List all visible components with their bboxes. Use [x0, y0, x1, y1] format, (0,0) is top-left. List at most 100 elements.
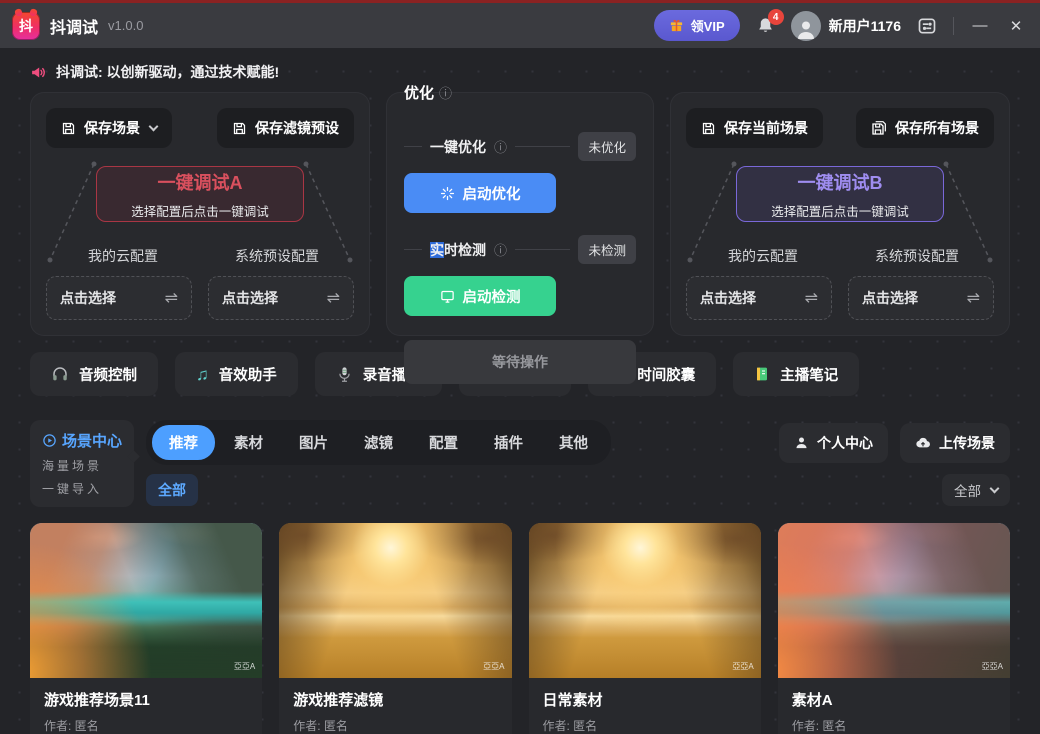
notification-badge: 4: [768, 9, 784, 25]
titlebar: 抖 抖调试 v1.0.0 领VIP 4 新用户1176 — ✕: [0, 3, 1040, 48]
avatar: [791, 11, 821, 41]
close-button[interactable]: ✕: [1006, 17, 1026, 35]
system-config-select[interactable]: 点击选择 ⇌: [208, 276, 354, 320]
panel-a-selects: 点击选择 ⇌ 点击选择 ⇌: [46, 276, 354, 320]
scene-center-right: 推荐 素材 图片 滤镜 配置 插件 其他 个人中心: [146, 420, 1010, 507]
cloud-select-placeholder: 点击选择: [60, 288, 116, 308]
scene-center-section: 场景中心 海量场景 一键导入 推荐 素材 图片 滤镜 配置 插件 其他: [30, 420, 1010, 507]
scene-card[interactable]: 亞亞A 游戏推荐场景11 作者: 匿名: [30, 523, 262, 734]
system-select-placeholder: 点击选择: [862, 288, 918, 308]
panels-row: 保存场景 保存滤镜预设 一键调试A 选择配置后点击一键调试 我的云配置 系统预设…: [30, 92, 1010, 336]
tool-sound-effects[interactable]: ♫ 音效助手: [175, 352, 298, 396]
divider: [404, 249, 422, 250]
save-current-scene-button[interactable]: 保存当前场景: [686, 108, 823, 148]
card-thumbnail: 亞亞A: [778, 523, 1010, 678]
swap-icon: ⇌: [165, 288, 178, 308]
save-all-icon: [871, 120, 887, 136]
monitor-icon: [440, 289, 455, 304]
scene-card[interactable]: 亞亞A 游戏推荐滤镜 作者: 匿名: [279, 523, 511, 734]
save-all-scenes-button[interactable]: 保存所有场景: [856, 108, 994, 148]
tab-filters[interactable]: 滤镜: [347, 425, 410, 460]
scene-card[interactable]: 亞亞A 日常素材 作者: 匿名: [529, 523, 761, 734]
tab-configs[interactable]: 配置: [412, 425, 475, 460]
panel-debug-a: 保存场景 保存滤镜预设 一键调试A 选择配置后点击一键调试 我的云配置 系统预设…: [30, 92, 370, 336]
scene-tabs: 推荐 素材 图片 滤镜 配置 插件 其他: [146, 420, 611, 465]
cloud-config-select[interactable]: 点击选择 ⇌: [686, 276, 832, 320]
start-optimize-button[interactable]: 启动优化: [404, 173, 556, 213]
swap-icon: ⇌: [805, 288, 818, 308]
save-icon: [232, 121, 247, 136]
tool-audio-control[interactable]: 音频控制: [30, 352, 158, 396]
scene-filter-row: 全部 全部: [146, 474, 1010, 506]
system-config-label: 系统预设配置: [200, 246, 354, 266]
info-icon[interactable]: ⓘ: [439, 83, 452, 102]
tool-label: 音效助手: [219, 364, 277, 385]
scene-center-badge: 场景中心 海量场景 一键导入: [30, 420, 134, 507]
upload-scene-button[interactable]: 上传场景: [900, 423, 1010, 463]
system-config-label: 系统预设配置: [840, 246, 994, 266]
save-scene-button[interactable]: 保存场景: [46, 108, 172, 148]
card-author: 作者: 匿名: [543, 717, 747, 734]
card-title: 游戏推荐场景11: [44, 689, 248, 710]
card-body: 游戏推荐场景11 作者: 匿名: [30, 678, 262, 734]
system-select-placeholder: 点击选择: [222, 288, 278, 308]
card-title: 游戏推荐滤镜: [293, 689, 497, 710]
info-icon[interactable]: ⓘ: [494, 240, 507, 259]
vip-button[interactable]: 领VIP: [654, 10, 740, 41]
divider: [404, 146, 422, 147]
microphone-icon: [336, 366, 353, 383]
cloud-select-placeholder: 点击选择: [700, 288, 756, 308]
cloud-config-label: 我的云配置: [686, 246, 840, 266]
cloud-upload-icon: [915, 435, 931, 451]
optimize-title-row: 优化 ⓘ: [404, 82, 452, 103]
optimize-status-badge: 未优化: [578, 132, 636, 161]
system-config-select[interactable]: 点击选择 ⇌: [848, 276, 994, 320]
panel-b-config-labels: 我的云配置 系统预设配置: [686, 246, 994, 266]
minimize-button[interactable]: —: [970, 17, 990, 34]
save-filter-preset-button[interactable]: 保存滤镜预设: [217, 108, 354, 148]
tab-images[interactable]: 图片: [282, 425, 345, 460]
start-optimize-label: 启动优化: [463, 183, 521, 204]
divider: [515, 146, 570, 147]
announcement-text: 抖调试: 以创新驱动，通过技术赋能!: [56, 62, 279, 82]
scene-center-title: 场景中心: [62, 430, 122, 451]
tab-recommended[interactable]: 推荐: [152, 425, 215, 460]
info-icon[interactable]: ⓘ: [494, 137, 507, 156]
panel-debug-b: 保存当前场景 保存所有场景 一键调试B 选择配置后点击一键调试 我的云配置 系统…: [670, 92, 1010, 336]
optimize-title: 优化: [404, 82, 434, 103]
tool-streamer-notes[interactable]: 主播笔记: [733, 352, 859, 396]
sort-select[interactable]: 全部: [942, 474, 1010, 506]
headphones-icon: [51, 365, 69, 383]
panel-a-toolbar: 保存场景 保存滤镜预设: [46, 108, 354, 148]
announcement-bar: 抖调试: 以创新驱动，通过技术赋能!: [30, 58, 1010, 86]
save-current-scene-label: 保存当前场景: [724, 118, 808, 138]
optimize-row-1: 一键优化 ⓘ 未优化: [404, 132, 636, 161]
settings-panel-icon[interactable]: [917, 16, 937, 36]
profile-center-label: 个人中心: [817, 433, 873, 453]
notification-bell[interactable]: 4: [756, 16, 775, 35]
card-title: 日常素材: [543, 689, 747, 710]
card-thumbnail: 亞亞A: [279, 523, 511, 678]
scene-actions: 个人中心 上传场景: [779, 423, 1010, 463]
debug-a-subtitle: 选择配置后点击一键调试: [131, 201, 269, 220]
scene-card[interactable]: 亞亞A 素材A 作者: 匿名: [778, 523, 1010, 734]
one-key-debug-a-button[interactable]: 一键调试A 选择配置后点击一键调试: [96, 166, 304, 222]
selected-char: 实: [430, 242, 444, 258]
app-version: v1.0.0: [108, 18, 143, 33]
image-watermark: 亞亞A: [483, 661, 504, 672]
profile-center-button[interactable]: 个人中心: [779, 423, 888, 463]
tab-others[interactable]: 其他: [542, 425, 605, 460]
main-content: 抖调试: 以创新驱动，通过技术赋能! 保存场景: [0, 48, 1040, 734]
debug-a-title: 一键调试A: [158, 169, 243, 195]
start-detect-button[interactable]: 启动检测: [404, 276, 556, 316]
filter-chip-all[interactable]: 全部: [146, 474, 198, 506]
cloud-config-select[interactable]: 点击选择 ⇌: [46, 276, 192, 320]
tool-label: 音频控制: [79, 364, 137, 385]
tab-materials[interactable]: 素材: [217, 425, 280, 460]
one-key-debug-b-button[interactable]: 一键调试B 选择配置后点击一键调试: [736, 166, 944, 222]
scene-center-sub2: 一键导入: [42, 480, 124, 497]
card-author: 作者: 匿名: [293, 717, 497, 734]
image-watermark: 亞亞A: [732, 661, 753, 672]
user-account[interactable]: 新用户1176: [791, 11, 901, 41]
tab-plugins[interactable]: 插件: [477, 425, 540, 460]
